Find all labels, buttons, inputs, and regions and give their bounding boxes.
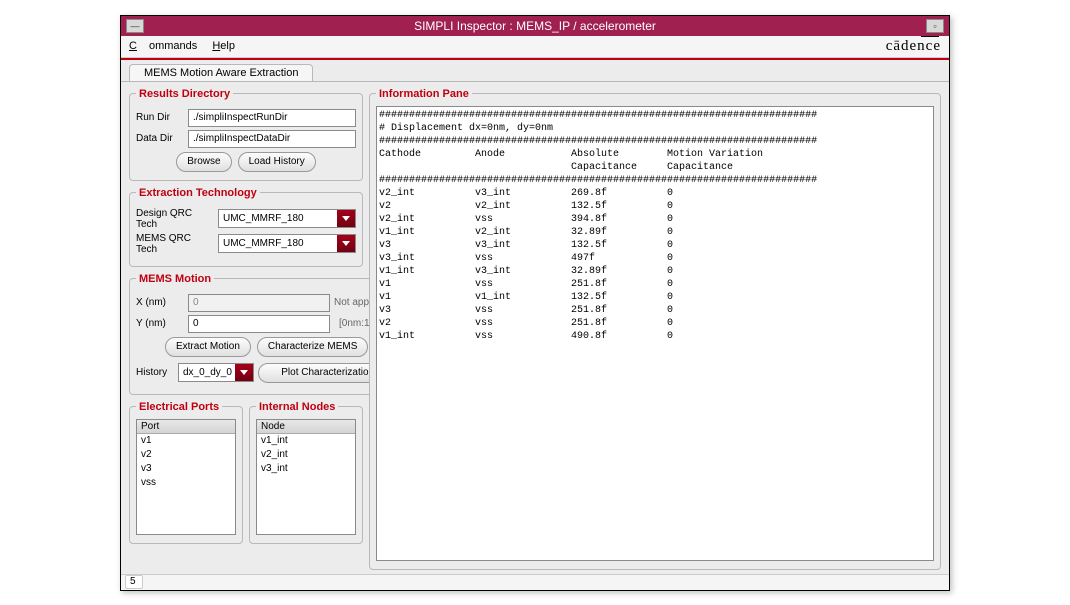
group-results-directory: Results Directory Run Dir Data Dir Brows… bbox=[129, 88, 363, 181]
legend-results-directory: Results Directory bbox=[136, 88, 233, 100]
body: Results Directory Run Dir Data Dir Brows… bbox=[121, 82, 949, 574]
label-data-dir: Data Dir bbox=[136, 133, 184, 144]
select-mems-qrc[interactable]: UMC_MMRF_180 bbox=[218, 234, 356, 253]
tabstrip: MEMS Motion Aware Extraction bbox=[121, 60, 949, 82]
select-design-qrc[interactable]: UMC_MMRF_180 bbox=[218, 209, 356, 228]
legend-electrical-ports: Electrical Ports bbox=[136, 401, 222, 413]
window-title: SIMPLI Inspector : MEMS_IP / acceleromet… bbox=[146, 19, 924, 33]
tab-mems-extraction[interactable]: MEMS Motion Aware Extraction bbox=[129, 64, 313, 81]
information-pane-body[interactable]: ########################################… bbox=[376, 106, 934, 561]
input-data-dir[interactable] bbox=[188, 130, 356, 148]
legend-extraction-technology: Extraction Technology bbox=[136, 187, 260, 199]
list-item[interactable]: v3 bbox=[137, 462, 235, 476]
legend-mems-motion: MEMS Motion bbox=[136, 273, 214, 285]
list-item[interactable]: v1_int bbox=[257, 434, 355, 448]
window-maximize-button[interactable]: ▫ bbox=[926, 19, 944, 33]
label-y: Y (nm) bbox=[136, 318, 184, 329]
brand-logo: cādence bbox=[886, 38, 941, 55]
statusbar-value: 5 bbox=[125, 575, 143, 589]
label-mems-qrc: MEMS QRC Tech bbox=[136, 233, 214, 255]
app-window: — SIMPLI Inspector : MEMS_IP / accelerom… bbox=[120, 15, 950, 591]
statusbar: 5 bbox=[121, 574, 949, 590]
menubar: Commands Help cādence bbox=[121, 36, 949, 58]
window-menu-button[interactable]: — bbox=[126, 19, 144, 33]
chevron-down-icon bbox=[337, 210, 355, 227]
listbox-ports[interactable]: Port v1v2v3vss bbox=[136, 419, 236, 535]
group-internal-nodes: Internal Nodes Node v1_intv2_intv3_int bbox=[249, 401, 363, 544]
input-x bbox=[188, 294, 330, 312]
list-item[interactable]: v2_int bbox=[257, 448, 355, 462]
list-item[interactable]: v2 bbox=[137, 448, 235, 462]
input-run-dir[interactable] bbox=[188, 109, 356, 127]
titlebar: — SIMPLI Inspector : MEMS_IP / accelerom… bbox=[121, 16, 949, 36]
legend-information-pane: Information Pane bbox=[376, 88, 472, 100]
list-item[interactable]: v3_int bbox=[257, 462, 355, 476]
group-mems-motion: MEMS Motion X (nm) Not applicable Y (nm)… bbox=[129, 273, 404, 395]
select-design-qrc-value: UMC_MMRF_180 bbox=[223, 213, 304, 224]
group-electrical-ports: Electrical Ports Port v1v2v3vss bbox=[129, 401, 243, 544]
select-mems-qrc-value: UMC_MMRF_180 bbox=[223, 238, 304, 249]
extract-motion-button[interactable]: Extract Motion bbox=[165, 337, 251, 357]
group-information-pane: Information Pane #######################… bbox=[369, 88, 941, 570]
label-x: X (nm) bbox=[136, 297, 184, 308]
list-item[interactable]: v1 bbox=[137, 434, 235, 448]
characterize-mems-button[interactable]: Characterize MEMS bbox=[257, 337, 368, 357]
input-y[interactable] bbox=[188, 315, 330, 333]
select-history[interactable]: dx_0_dy_0 bbox=[178, 363, 254, 382]
group-extraction-technology: Extraction Technology Design QRC Tech UM… bbox=[129, 187, 363, 267]
listbox-ports-header: Port bbox=[137, 420, 235, 434]
listbox-nodes-header: Node bbox=[257, 420, 355, 434]
label-design-qrc: Design QRC Tech bbox=[136, 208, 214, 230]
chevron-down-icon bbox=[337, 235, 355, 252]
label-run-dir: Run Dir bbox=[136, 112, 184, 123]
legend-internal-nodes: Internal Nodes bbox=[256, 401, 338, 413]
menu-help[interactable]: Help bbox=[212, 40, 235, 52]
menu-commands[interactable]: Commands bbox=[129, 40, 197, 52]
label-history: History bbox=[136, 367, 174, 378]
list-item[interactable]: vss bbox=[137, 476, 235, 490]
select-history-value: dx_0_dy_0 bbox=[183, 367, 232, 378]
load-history-button[interactable]: Load History bbox=[238, 152, 316, 172]
browse-button[interactable]: Browse bbox=[176, 152, 231, 172]
listbox-nodes[interactable]: Node v1_intv2_intv3_int bbox=[256, 419, 356, 535]
chevron-down-icon bbox=[235, 364, 253, 381]
